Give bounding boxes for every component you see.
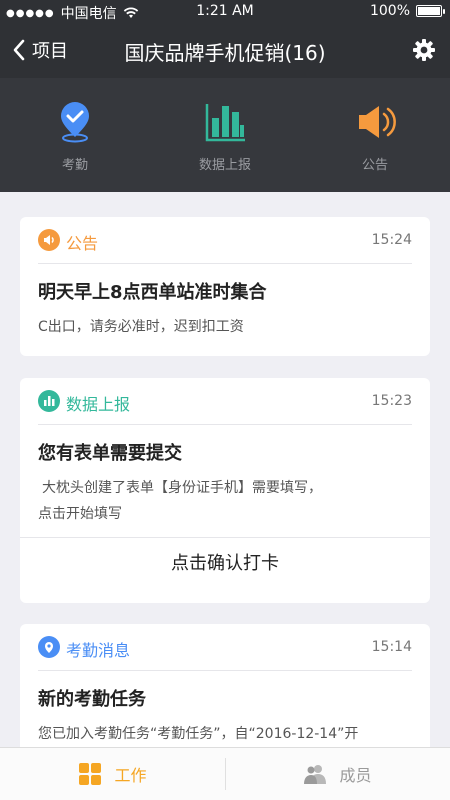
card-description: 您已加入考勤任务“考勤任务”，自“2016-12-14”开 bbox=[38, 726, 359, 742]
tab-members[interactable]: 成员 bbox=[225, 748, 450, 800]
attendance-card[interactable]: 考勤消息 15:14 新的考勤任务 您已加入考勤任务“考勤任务”，自“2016-… bbox=[20, 624, 430, 764]
bar-chart-icon bbox=[205, 104, 245, 142]
card-time: 15:23 bbox=[371, 393, 412, 409]
confirm-checkin-button[interactable]: 点击确认打卡 bbox=[20, 537, 430, 590]
tool-label: 公告 bbox=[361, 158, 388, 173]
members-icon bbox=[304, 765, 327, 784]
description-line: 点击开始填写 bbox=[38, 506, 122, 522]
tab-label: 成员 bbox=[339, 766, 372, 785]
card-time: 15:14 bbox=[371, 639, 412, 655]
tool-label: 数据上报 bbox=[198, 158, 251, 173]
nav-bar: 项目 国庆品牌手机促销(16) bbox=[0, 22, 450, 78]
tool-data-report[interactable]: 数据上报 bbox=[165, 100, 285, 173]
card-time: 15:24 bbox=[371, 232, 412, 248]
tab-bar: 工作 成员 bbox=[0, 747, 450, 800]
data-report-card[interactable]: 数据上报 15:23 您有表单需要提交 大枕头创建了表单【身份证手机】需要填写，… bbox=[20, 378, 430, 603]
announcement-card[interactable]: 公告 15:24 明天早上8点西单站准时集合 C出口，请务必准时，迟到扣工资 bbox=[20, 217, 430, 356]
speaker-icon bbox=[359, 106, 396, 138]
card-description: C出口，请务必准时，迟到扣工资 bbox=[38, 319, 244, 335]
tool-label: 考勤 bbox=[61, 158, 88, 173]
card-description: 大枕头创建了表单【身份证手机】需要填写， 点击开始填写 bbox=[38, 475, 412, 527]
battery-percent: 100% bbox=[369, 3, 410, 19]
card-type-label: 数据上报 bbox=[66, 395, 131, 414]
tool-checkin[interactable]: 考勤 bbox=[15, 100, 135, 173]
location-pin-icon bbox=[38, 636, 60, 658]
bar-chart-icon bbox=[38, 390, 60, 412]
card-type-label: 考勤消息 bbox=[66, 641, 131, 660]
tab-work[interactable]: 工作 bbox=[0, 748, 225, 800]
grid-icon bbox=[79, 763, 102, 785]
checkin-location-icon bbox=[61, 102, 89, 143]
card-header: 考勤消息 15:14 bbox=[38, 624, 412, 671]
card-title: 明天早上8点西单站准时集合 bbox=[38, 282, 267, 303]
page-title: 国庆品牌手机促销(16) bbox=[124, 41, 326, 65]
gear-icon[interactable] bbox=[412, 38, 436, 62]
description-line: 大枕头创建了表单【身份证手机】需要填写， bbox=[42, 480, 322, 496]
speaker-icon bbox=[38, 229, 60, 251]
tool-announcement[interactable]: 公告 bbox=[315, 100, 435, 173]
card-header: 数据上报 15:23 bbox=[38, 378, 412, 425]
card-title: 新的考勤任务 bbox=[38, 689, 146, 710]
card-title: 您有表单需要提交 bbox=[38, 443, 182, 464]
card-type-label: 公告 bbox=[66, 234, 99, 253]
tab-label: 工作 bbox=[114, 766, 147, 785]
battery-icon bbox=[416, 5, 445, 17]
status-bar: ●●●●● 中国电信 1:21 AM 100% bbox=[0, 0, 450, 22]
battery-area: 100% bbox=[369, 3, 445, 19]
tool-shortcuts: 考勤 数据上报 公告 bbox=[0, 78, 450, 192]
card-header: 公告 15:24 bbox=[38, 217, 412, 264]
